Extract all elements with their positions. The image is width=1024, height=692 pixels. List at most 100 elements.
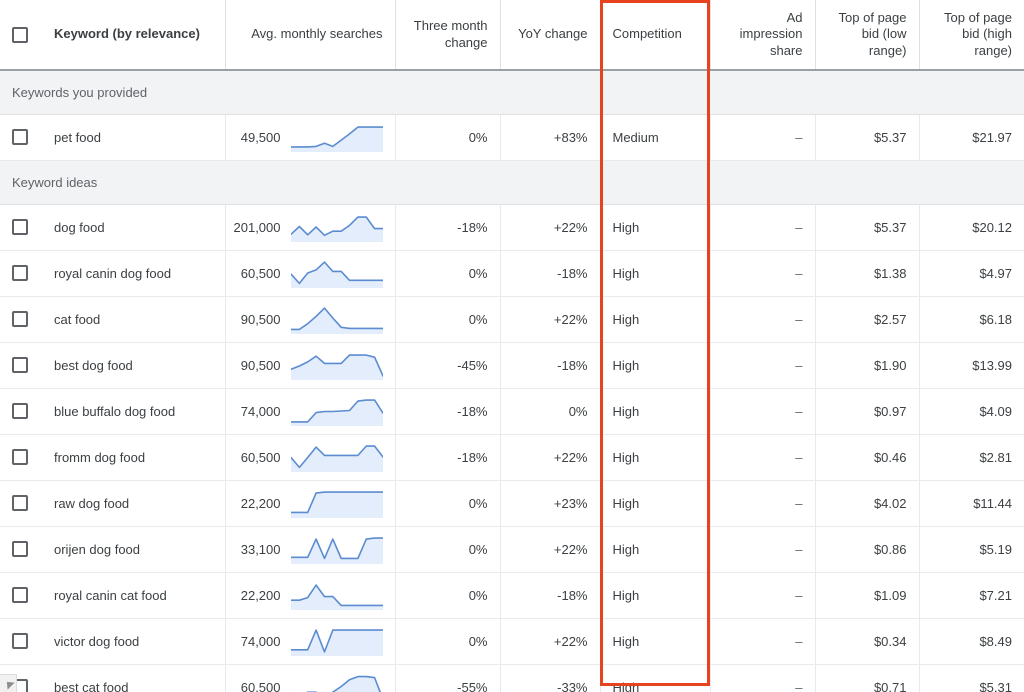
empty-value: – <box>795 265 803 281</box>
avg-monthly-searches-value: 49,500 <box>240 129 281 145</box>
column-header-ad-impression-share[interactable]: Ad impression share <box>710 0 816 71</box>
search-volume-sparkline <box>290 307 383 334</box>
cell-ad-impression-share: – <box>710 296 816 343</box>
column-header-yoy-change[interactable]: YoY change <box>500 0 601 71</box>
cell-top-of-page-bid-low: $0.97 <box>815 388 920 435</box>
cell-yoy-change: -18% <box>500 250 601 297</box>
table-row[interactable]: best dog food 90,500 -45% -18% High – $1.90 $13… <box>0 342 1024 389</box>
cell-top-of-page-bid-high: $8.49 <box>919 618 1024 665</box>
row-checkbox[interactable] <box>12 587 28 603</box>
row-checkbox[interactable] <box>12 403 28 419</box>
cell-competition: High <box>600 572 711 619</box>
keyword-planner-table-view: Keyword (by relevance) Avg. monthly sear… <box>0 0 1024 692</box>
cell-top-of-page-bid-high: $5.19 <box>919 526 1024 573</box>
cell-competition: High <box>600 434 711 481</box>
cell-avg-monthly-searches: 74,000 <box>225 388 396 435</box>
search-volume-sparkline <box>290 675 381 692</box>
cell-top-of-page-bid-low: $0.34 <box>815 618 920 665</box>
table-row[interactable]: royal canin dog food 60,500 0% -18% High – $1.… <box>0 250 1024 297</box>
empty-value: – <box>795 403 803 419</box>
cell-three-month-change: 0% <box>395 572 501 619</box>
search-volume-sparkline <box>290 399 383 426</box>
cell-keyword[interactable]: victor dog food <box>42 618 226 665</box>
column-header-three-month-change[interactable]: Three month change <box>395 0 501 71</box>
cell-keyword[interactable]: royal canin cat food <box>42 572 226 619</box>
cell-three-month-change: 0% <box>395 296 501 343</box>
horizontal-scrollbar-corner[interactable] <box>0 674 17 692</box>
cell-competition: High <box>600 618 711 665</box>
row-select-cell <box>0 250 42 297</box>
row-checkbox[interactable] <box>12 495 28 511</box>
cell-top-of-page-bid-low: $2.57 <box>815 296 920 343</box>
table-row[interactable]: dog food 201,000 -18% +22% High – $5.37 $20.12 <box>0 204 1024 251</box>
table-row[interactable]: victor dog food 74,000 0% +22% High – $0.34 $8.… <box>0 618 1024 665</box>
cell-three-month-change: 0% <box>395 480 501 527</box>
cell-top-of-page-bid-low: $5.37 <box>815 204 920 251</box>
cell-competition: High <box>600 204 711 251</box>
cell-yoy-change: +22% <box>500 434 601 481</box>
table-row[interactable]: pet food 49,500 0% +83% Medium – $5.37 $21.97 <box>0 114 1024 161</box>
cell-keyword[interactable]: pet food <box>42 114 226 161</box>
empty-value: – <box>795 219 803 235</box>
row-select-cell <box>0 480 42 527</box>
cell-yoy-change: 0% <box>500 388 601 435</box>
cell-three-month-change: -18% <box>395 388 501 435</box>
table-row[interactable]: royal canin cat food 22,200 0% -18% High – $1.… <box>0 572 1024 619</box>
table-row[interactable]: fromm dog food 60,500 -18% +22% High – $0.46 $2… <box>0 434 1024 481</box>
avg-monthly-searches-value: 60,500 <box>240 449 281 465</box>
cell-yoy-change: +22% <box>500 204 601 251</box>
empty-value: – <box>795 129 803 145</box>
select-all-checkbox[interactable] <box>12 26 28 43</box>
cell-top-of-page-bid-low: $0.86 <box>815 526 920 573</box>
cell-ad-impression-share: – <box>710 204 816 251</box>
avg-monthly-searches-value: 60,500 <box>240 679 281 692</box>
row-select-cell <box>0 204 42 251</box>
row-checkbox[interactable] <box>12 541 28 557</box>
empty-value: – <box>795 679 803 692</box>
cell-keyword[interactable]: royal canin dog food <box>42 250 226 297</box>
avg-monthly-searches-value: 90,500 <box>240 357 281 373</box>
table-row[interactable]: cat food 90,500 0% +22% High – $2.57 $6.18 <box>0 296 1024 343</box>
table-row[interactable]: orijen dog food 33,100 0% +22% High – $0.86 $5.… <box>0 526 1024 573</box>
cell-keyword[interactable]: raw dog food <box>42 480 226 527</box>
cell-top-of-page-bid-low: $1.09 <box>815 572 920 619</box>
cell-keyword[interactable]: best dog food <box>42 342 226 389</box>
table-body: Keywords you provided pet food 49,500 0% +83… <box>0 69 1024 692</box>
cell-top-of-page-bid-high: $13.99 <box>919 342 1024 389</box>
column-header-avg-monthly-searches[interactable]: Avg. monthly searches <box>225 0 396 71</box>
cell-keyword[interactable]: best cat food <box>42 664 226 692</box>
cell-ad-impression-share: – <box>710 342 816 389</box>
cell-yoy-change: -33% <box>500 664 601 692</box>
cell-keyword[interactable]: fromm dog food <box>42 434 226 481</box>
section-header-row: Keywords you provided <box>0 69 1024 115</box>
row-checkbox[interactable] <box>12 357 28 373</box>
cell-three-month-change: 0% <box>395 250 501 297</box>
row-checkbox[interactable] <box>12 219 28 235</box>
cell-keyword[interactable]: blue buffalo dog food <box>42 388 226 435</box>
row-checkbox[interactable] <box>12 265 28 281</box>
row-select-cell <box>0 114 42 161</box>
table-row[interactable]: best cat food 60,500 -55% -33% High – $0.71 $5.… <box>0 664 1024 692</box>
empty-value: – <box>795 587 803 603</box>
table-row[interactable]: blue buffalo dog food 74,000 -18% 0% High – $0… <box>0 388 1024 435</box>
cell-keyword[interactable]: dog food <box>42 204 226 251</box>
cell-keyword[interactable]: cat food <box>42 296 226 343</box>
avg-monthly-searches-value: 90,500 <box>240 311 281 327</box>
row-checkbox[interactable] <box>12 633 28 649</box>
row-select-cell <box>0 388 42 435</box>
column-header-keyword[interactable]: Keyword (by relevance) <box>42 0 226 71</box>
cell-competition: High <box>600 526 711 573</box>
cell-top-of-page-bid-high: $11.44 <box>919 480 1024 527</box>
section-header-row: Keyword ideas <box>0 159 1024 205</box>
row-checkbox[interactable] <box>12 449 28 465</box>
cell-keyword[interactable]: orijen dog food <box>42 526 226 573</box>
table-row[interactable]: raw dog food 22,200 0% +23% High – $4.02 $11.44 <box>0 480 1024 527</box>
row-checkbox[interactable] <box>12 311 28 327</box>
cell-ad-impression-share: – <box>710 388 816 435</box>
cell-ad-impression-share: – <box>710 664 816 692</box>
row-checkbox[interactable] <box>12 129 28 145</box>
column-header-top-of-page-bid-low[interactable]: Top of page bid (low range) <box>815 0 920 71</box>
empty-value: – <box>795 633 803 649</box>
column-header-top-of-page-bid-high[interactable]: Top of page bid (high range) <box>919 0 1024 71</box>
column-header-competition[interactable]: Competition <box>600 0 711 71</box>
